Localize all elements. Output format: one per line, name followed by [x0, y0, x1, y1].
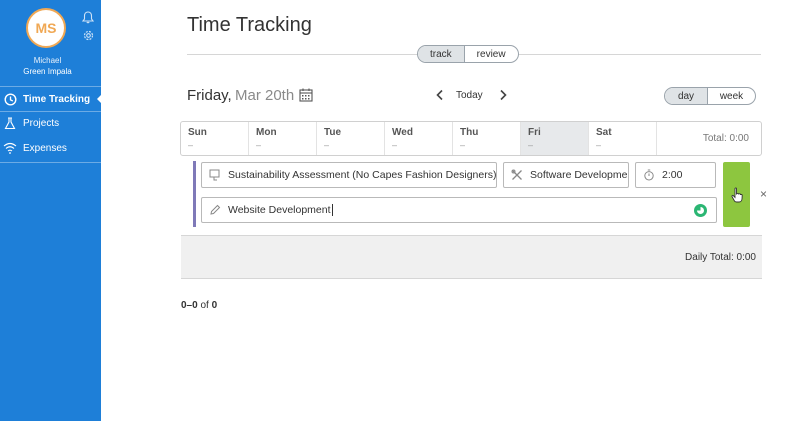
- bell-icon[interactable]: [82, 11, 94, 24]
- week-day-label: Tue: [324, 127, 342, 138]
- week-day-label: Mon: [256, 127, 277, 138]
- range-toggle: day week: [664, 87, 756, 105]
- mode-toggle: track review: [417, 45, 519, 63]
- week-total: Total: 0:00: [702, 133, 749, 144]
- task-select[interactable]: Software Developme: [503, 162, 629, 188]
- stopwatch-icon: [641, 169, 657, 181]
- week-day-label: Sat: [596, 127, 612, 138]
- loading-icon: [694, 204, 707, 217]
- week-day-tue[interactable]: Tue –: [317, 122, 385, 155]
- avatar[interactable]: MS: [26, 8, 66, 48]
- week-day-value: –: [528, 140, 534, 150]
- week-day-sun[interactable]: Sun –: [181, 122, 249, 155]
- entry-color-bar: [193, 161, 196, 227]
- sidebar-item-time-tracking[interactable]: Time Tracking: [0, 87, 102, 111]
- week-day-mon[interactable]: Mon –: [249, 122, 317, 155]
- week-day-value: –: [188, 140, 194, 150]
- pagination-range: 0–0: [181, 300, 198, 311]
- duration-value: 2:00: [662, 169, 683, 181]
- user-last-name: Green Impala: [23, 67, 72, 76]
- week-day-label: Wed: [392, 127, 413, 138]
- tab-week[interactable]: week: [707, 88, 755, 104]
- week-day-fri[interactable]: Fri –: [521, 122, 589, 155]
- week-day-label: Thu: [460, 127, 479, 138]
- chevron-right-icon[interactable]: [498, 89, 508, 101]
- week-day-value: –: [392, 140, 398, 150]
- user-first-name: Michael: [33, 56, 62, 65]
- hand-pointer-icon: [730, 187, 743, 202]
- date-label: Mar 20th: [235, 87, 295, 104]
- flask-icon: [2, 115, 18, 131]
- note-value: Website Development: [228, 204, 331, 216]
- page-title: Time Tracking: [187, 14, 312, 36]
- gear-icon[interactable]: [82, 29, 95, 42]
- text-cursor: [331, 204, 333, 216]
- task-value: Software Developme: [530, 169, 628, 181]
- pencil-icon: [207, 204, 223, 216]
- delete-entry-button[interactable]: ×: [760, 187, 767, 201]
- week-bar: Sun – Mon – Tue – Wed – Thu – Fri – Sat – Total…: [180, 121, 762, 156]
- week-day-label: Fri: [528, 127, 541, 138]
- tab-review[interactable]: review: [463, 46, 518, 62]
- sidebar-item-label: Projects: [23, 117, 60, 129]
- save-button[interactable]: [723, 162, 750, 227]
- duration-field[interactable]: 2:00: [635, 162, 716, 188]
- nav-divider: [0, 162, 101, 163]
- week-day-value: –: [256, 140, 262, 150]
- sidebar: MS Michael Green Impala Time Tracking Pr…: [0, 0, 102, 421]
- note-input[interactable]: Website Development: [201, 197, 717, 223]
- chevron-left-icon[interactable]: [435, 89, 445, 101]
- project-value: Sustainability Assessment (No Capes Fash…: [228, 169, 497, 181]
- sidebar-item-label: Time Tracking: [23, 93, 91, 105]
- tab-day[interactable]: day: [665, 88, 707, 104]
- week-day-sat[interactable]: Sat –: [589, 122, 657, 155]
- pagination-total: 0: [211, 300, 218, 311]
- today-button[interactable]: Today: [456, 90, 483, 101]
- pagination: 0–0 of 0: [181, 300, 217, 311]
- pagination-of: of: [200, 300, 209, 311]
- sidebar-item-projects[interactable]: Projects: [0, 111, 101, 135]
- active-caret: [97, 94, 102, 104]
- week-day-value: –: [460, 140, 466, 150]
- tab-track[interactable]: track: [418, 46, 464, 62]
- calendar-icon[interactable]: [299, 88, 313, 102]
- week-day-wed[interactable]: Wed –: [385, 122, 453, 155]
- week-day-value: –: [596, 140, 602, 150]
- project-select[interactable]: Sustainability Assessment (No Capes Fash…: [201, 162, 497, 188]
- project-icon: [207, 169, 223, 181]
- daily-total: Daily Total: 0:00: [685, 252, 756, 263]
- clock-icon: [2, 91, 18, 107]
- tools-icon: [509, 169, 525, 181]
- date-weekday: Friday,: [187, 87, 232, 104]
- sidebar-item-expenses[interactable]: Expenses: [0, 136, 101, 160]
- week-day-thu[interactable]: Thu –: [453, 122, 521, 155]
- sidebar-item-label: Expenses: [23, 142, 67, 154]
- week-day-label: Sun: [188, 127, 207, 138]
- daily-summary: Daily Total: 0:00: [181, 235, 762, 279]
- week-day-value: –: [324, 140, 330, 150]
- wifi-icon: [2, 140, 18, 156]
